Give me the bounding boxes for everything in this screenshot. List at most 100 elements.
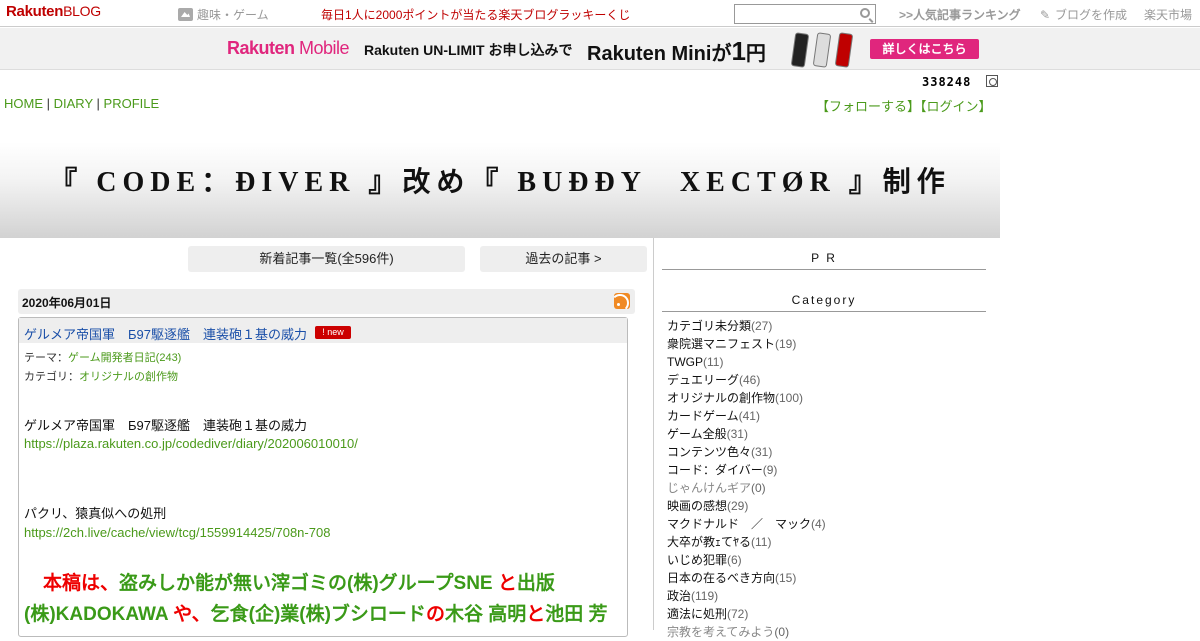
- blog-header: 『 CODE：ÐIVER 』改め『 BUÐÐY XECTØR 』制作: [0, 118, 1000, 238]
- body-line: ゲルメア帝国軍 Б97駆逐艦 連装砲１基の威力: [24, 418, 307, 433]
- category-item-label[interactable]: コード：ダイバー: [667, 463, 763, 477]
- post-date: 2020年06月01日: [22, 296, 112, 310]
- emphasis-segment: と: [492, 573, 517, 594]
- category-item-label[interactable]: じゃんけんギア: [667, 481, 751, 495]
- phones-image: [785, 31, 855, 69]
- top-bar: RakutenBLOG 趣味・ゲーム 毎日1人に2000ポイントが当たる楽天ブロ…: [0, 0, 1200, 27]
- category-item[interactable]: いじめ犯罪(6): [667, 551, 826, 569]
- category-item-count: (4): [811, 517, 826, 531]
- category-item-label[interactable]: 宗教を考えてみよう: [667, 625, 774, 639]
- rakuten-blog-logo[interactable]: RakutenBLOG: [6, 3, 101, 20]
- new-articles-button[interactable]: 新着記事一覧(全596件): [188, 246, 465, 272]
- blog-title[interactable]: 『 CODE：ÐIVER 』改め『 BUÐÐY XECTØR 』制作: [0, 160, 1000, 200]
- counter-icon[interactable]: [986, 75, 998, 87]
- theme-link[interactable]: ゲーム開発者日記(243): [68, 352, 181, 364]
- follow-link[interactable]: 【フォローする】: [816, 99, 920, 114]
- follow-login: 【フォローする】【ログイン】: [816, 96, 992, 115]
- category-item-count: (11): [751, 535, 772, 549]
- category-item-label[interactable]: デュエリーグ: [667, 373, 739, 387]
- phone-image: [834, 32, 854, 68]
- login-link[interactable]: 【ログイン】: [920, 99, 992, 114]
- article-theme: テーマ：ゲーム開発者日記(243): [24, 352, 182, 364]
- category-item[interactable]: コンテンツ色々(31): [667, 443, 826, 461]
- category-item-label[interactable]: コンテンツ色々: [667, 445, 751, 459]
- column-divider: [653, 238, 654, 630]
- emphasis-segment: や、: [167, 604, 211, 625]
- category-item[interactable]: TWGP(11): [667, 353, 826, 371]
- category-item-count: (31): [751, 445, 773, 459]
- category-item-label[interactable]: 適法に処刑: [667, 607, 727, 621]
- body-link[interactable]: https://2ch.live/cache/view/tcg/15599144…: [24, 525, 330, 540]
- category-item-label[interactable]: 映画の感想: [667, 499, 727, 513]
- nav-home[interactable]: HOME: [4, 96, 43, 111]
- category-item-count: (46): [739, 373, 761, 387]
- category-item-label[interactable]: オリジナルの創作物: [667, 391, 775, 405]
- date-header: 2020年06月01日: [18, 289, 635, 314]
- category-item[interactable]: カテゴリ未分類(27): [667, 317, 826, 335]
- category-item[interactable]: 適法に処刑(72): [667, 605, 826, 623]
- category-item[interactable]: オリジナルの創作物(100): [667, 389, 826, 407]
- phone-image: [790, 32, 810, 68]
- category-item-label[interactable]: 衆院選マニフェスト: [667, 337, 775, 351]
- category-item-count: (0): [774, 625, 790, 639]
- create-blog-link[interactable]: ✎ ブログを作成: [1040, 6, 1127, 23]
- category-item[interactable]: 日本の在るべき方向(15): [667, 569, 826, 587]
- banner-detail-button[interactable]: 詳しくはこちら: [870, 39, 979, 59]
- pencil-icon: ✎: [1040, 8, 1051, 22]
- ranking-link[interactable]: >>人気記事ランキング: [899, 6, 1021, 23]
- new-badge: ! new: [315, 326, 351, 339]
- category-item-label[interactable]: 大卒が教ｪてﾔる: [667, 535, 751, 549]
- banner-text: Rakuten UN-LIMIT お申し込みで: [364, 42, 573, 58]
- article-category: カテゴリ：オリジナルの創作物: [24, 371, 178, 383]
- nav-diary[interactable]: DIARY: [54, 96, 93, 111]
- body-link[interactable]: https://plaza.rakuten.co.jp/codediver/di…: [24, 436, 358, 451]
- article-title[interactable]: ゲルメア帝国軍 Б97駆逐艦 連装砲１基の威力: [24, 324, 307, 343]
- search-input[interactable]: [734, 4, 876, 24]
- emphasis-segment: と: [526, 604, 546, 625]
- category-item[interactable]: マクドナルド ／ マック(4): [667, 515, 826, 533]
- search-icon[interactable]: [860, 8, 870, 18]
- category-item[interactable]: 衆院選マニフェスト(19): [667, 335, 826, 353]
- category-item[interactable]: コード：ダイバー(9): [667, 461, 826, 479]
- emphasis-paragraph: 本稿は、盗みしか能が無い滓ゴミの(株)グループSNE と出版(株)KADOKAW…: [24, 568, 624, 630]
- nav-profile[interactable]: PROFILE: [104, 96, 160, 111]
- category-link[interactable]: オリジナルの創作物: [79, 371, 178, 383]
- category-item-label[interactable]: マクドナルド ／ マック: [667, 517, 811, 531]
- category-item-count: (119): [691, 589, 719, 603]
- rakuten-ichiba-link[interactable]: 楽天市場: [1144, 6, 1192, 23]
- rss-icon[interactable]: [614, 293, 630, 309]
- category-item[interactable]: 映画の感想(29): [667, 497, 826, 515]
- category-item-label[interactable]: 政治: [667, 589, 691, 603]
- phone-image: [812, 32, 832, 68]
- emphasis-segment: 乞食(企)業(株)ブシロード: [210, 604, 426, 625]
- lucky-lottery-link[interactable]: 毎日1人に2000ポイントが当たる楽天ブログラッキーくじ: [321, 6, 630, 23]
- category-item[interactable]: 宗教を考えてみよう(0): [667, 623, 826, 641]
- category-item[interactable]: デュエリーグ(46): [667, 371, 826, 389]
- category-item-count: (72): [727, 607, 749, 621]
- ad-banner[interactable]: Rakuten Mobile Rakuten UN-LIMIT お申し込みで R…: [0, 28, 1200, 70]
- category-item-count: (100): [775, 391, 804, 405]
- category-item[interactable]: 政治(119): [667, 587, 826, 605]
- category-item-count: (15): [775, 571, 797, 585]
- pr-heading: P R: [662, 251, 986, 270]
- category-item-label[interactable]: カードゲーム: [667, 409, 739, 423]
- category-item-label[interactable]: ゲーム全般: [667, 427, 727, 441]
- category-item-label[interactable]: TWGP: [667, 355, 703, 369]
- category-item-label[interactable]: 日本の在るべき方向: [667, 571, 775, 585]
- category-item-label[interactable]: カテゴリ未分類: [667, 319, 751, 333]
- category-item[interactable]: 大卒が教ｪてﾔる(11): [667, 533, 826, 551]
- past-articles-button[interactable]: 過去の記事 >: [480, 246, 647, 272]
- category-item[interactable]: じゃんけんギア(0): [667, 479, 826, 497]
- hobby-game-link[interactable]: 趣味・ゲーム: [178, 6, 269, 23]
- category-item-count: (27): [751, 319, 773, 333]
- category-item[interactable]: ゲーム全般(31): [667, 425, 826, 443]
- banner-mini-text: Rakuten Miniが1円: [587, 36, 766, 66]
- category-item-label[interactable]: いじめ犯罪: [667, 553, 727, 567]
- emphasis-segment: 盗みしか能が無い滓ゴミの(株)グループSNE: [119, 573, 493, 594]
- category-item[interactable]: カードゲーム(41): [667, 407, 826, 425]
- image-icon: [178, 8, 193, 21]
- rakuten-mobile-logo: Rakuten Mobile: [227, 38, 350, 58]
- category-item-count: (29): [727, 499, 749, 513]
- blog-nav: HOME | DIARY | PROFILE: [4, 96, 160, 111]
- category-item-count: (41): [738, 409, 760, 423]
